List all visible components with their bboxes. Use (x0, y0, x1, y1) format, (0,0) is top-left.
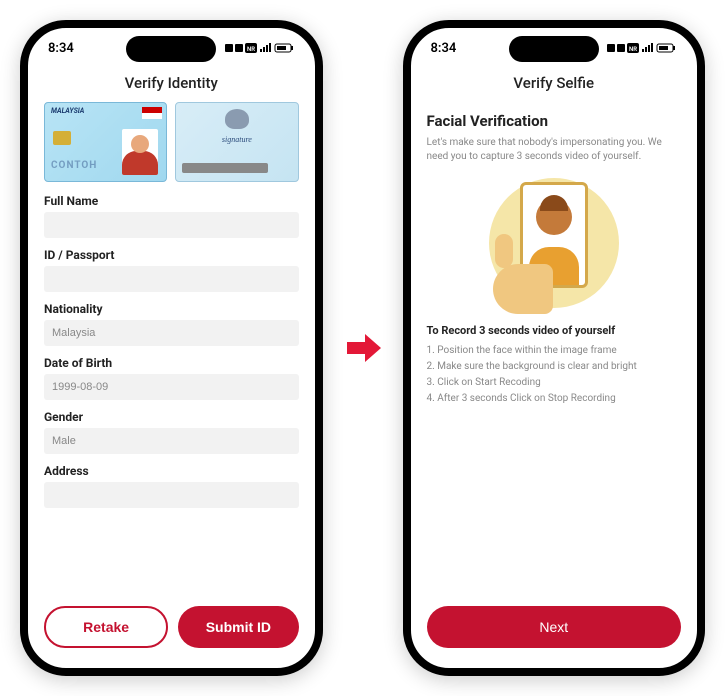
phone-verify-selfie: 8:34 NR Verify Selfie Facial Verificatio… (403, 20, 706, 676)
page-title: Verify Selfie (411, 68, 698, 102)
input-nationality[interactable] (44, 320, 299, 346)
field-gender: Gender (44, 410, 299, 454)
label-nationality: Nationality (44, 302, 299, 316)
status-icons: NR (225, 42, 295, 54)
field-id-passport: ID / Passport (44, 248, 299, 292)
phone-verify-identity: 8:34 NR Verify Identity CONTOH signature… (20, 20, 323, 676)
illus-hand-icon (493, 264, 553, 314)
next-button[interactable]: Next (427, 606, 682, 648)
status-icons: NR (607, 42, 677, 54)
signature: signature (222, 135, 252, 144)
page-title: Verify Identity (28, 68, 315, 102)
id-card-row: CONTOH signature (44, 102, 299, 182)
label-dob: Date of Birth (44, 356, 299, 370)
selfie-illustration (489, 178, 619, 308)
field-address: Address (44, 464, 299, 508)
illus-thumb-icon (495, 234, 513, 268)
section-desc: Let's make sure that nobody's impersonat… (427, 136, 682, 164)
field-full-name: Full Name (44, 194, 299, 238)
content-area: CONTOH signature Full Name ID / Passport… (28, 102, 315, 594)
flag-icon (142, 107, 162, 119)
input-gender[interactable] (44, 428, 299, 454)
field-nationality: Nationality (44, 302, 299, 346)
notch (126, 36, 216, 62)
bottom-bar: Next (411, 594, 698, 668)
illustration-wrap (427, 178, 682, 308)
mag-strip (182, 163, 267, 173)
arrow-icon (343, 328, 383, 368)
label-id-passport: ID / Passport (44, 248, 299, 262)
label-address: Address (44, 464, 299, 478)
step-1: 1. Position the face within the image fr… (427, 343, 682, 359)
input-dob[interactable] (44, 374, 299, 400)
label-gender: Gender (44, 410, 299, 424)
field-dob: Date of Birth (44, 356, 299, 400)
id-card-front[interactable]: CONTOH (44, 102, 167, 182)
steps-list: 1. Position the face within the image fr… (427, 343, 682, 407)
retake-button[interactable]: Retake (44, 606, 168, 648)
input-full-name[interactable] (44, 212, 299, 238)
bottom-bar: Retake Submit ID (28, 594, 315, 668)
sub-heading: To Record 3 seconds video of yourself (427, 324, 682, 337)
chip-icon (53, 131, 71, 145)
illus-face-icon (536, 199, 572, 235)
status-time: 8:34 (431, 41, 457, 56)
id-watermark: CONTOH (51, 160, 97, 171)
content-area: Facial Verification Let's make sure that… (411, 102, 698, 594)
step-2: 2. Make sure the background is clear and… (427, 359, 682, 375)
input-id-passport[interactable] (44, 266, 299, 292)
emblem-icon (225, 109, 249, 129)
id-photo (122, 129, 158, 175)
submit-id-button[interactable]: Submit ID (178, 606, 298, 648)
input-address[interactable] (44, 482, 299, 508)
id-card-back[interactable]: signature (175, 102, 298, 182)
label-full-name: Full Name (44, 194, 299, 208)
step-4: 4. After 3 seconds Click on Stop Recordi… (427, 391, 682, 407)
section-heading: Facial Verification (427, 112, 682, 130)
svg-text:NR: NR (246, 46, 254, 53)
svg-text:NR: NR (629, 46, 637, 53)
notch (509, 36, 599, 62)
status-time: 8:34 (48, 41, 74, 56)
step-3: 3. Click on Start Recoding (427, 375, 682, 391)
